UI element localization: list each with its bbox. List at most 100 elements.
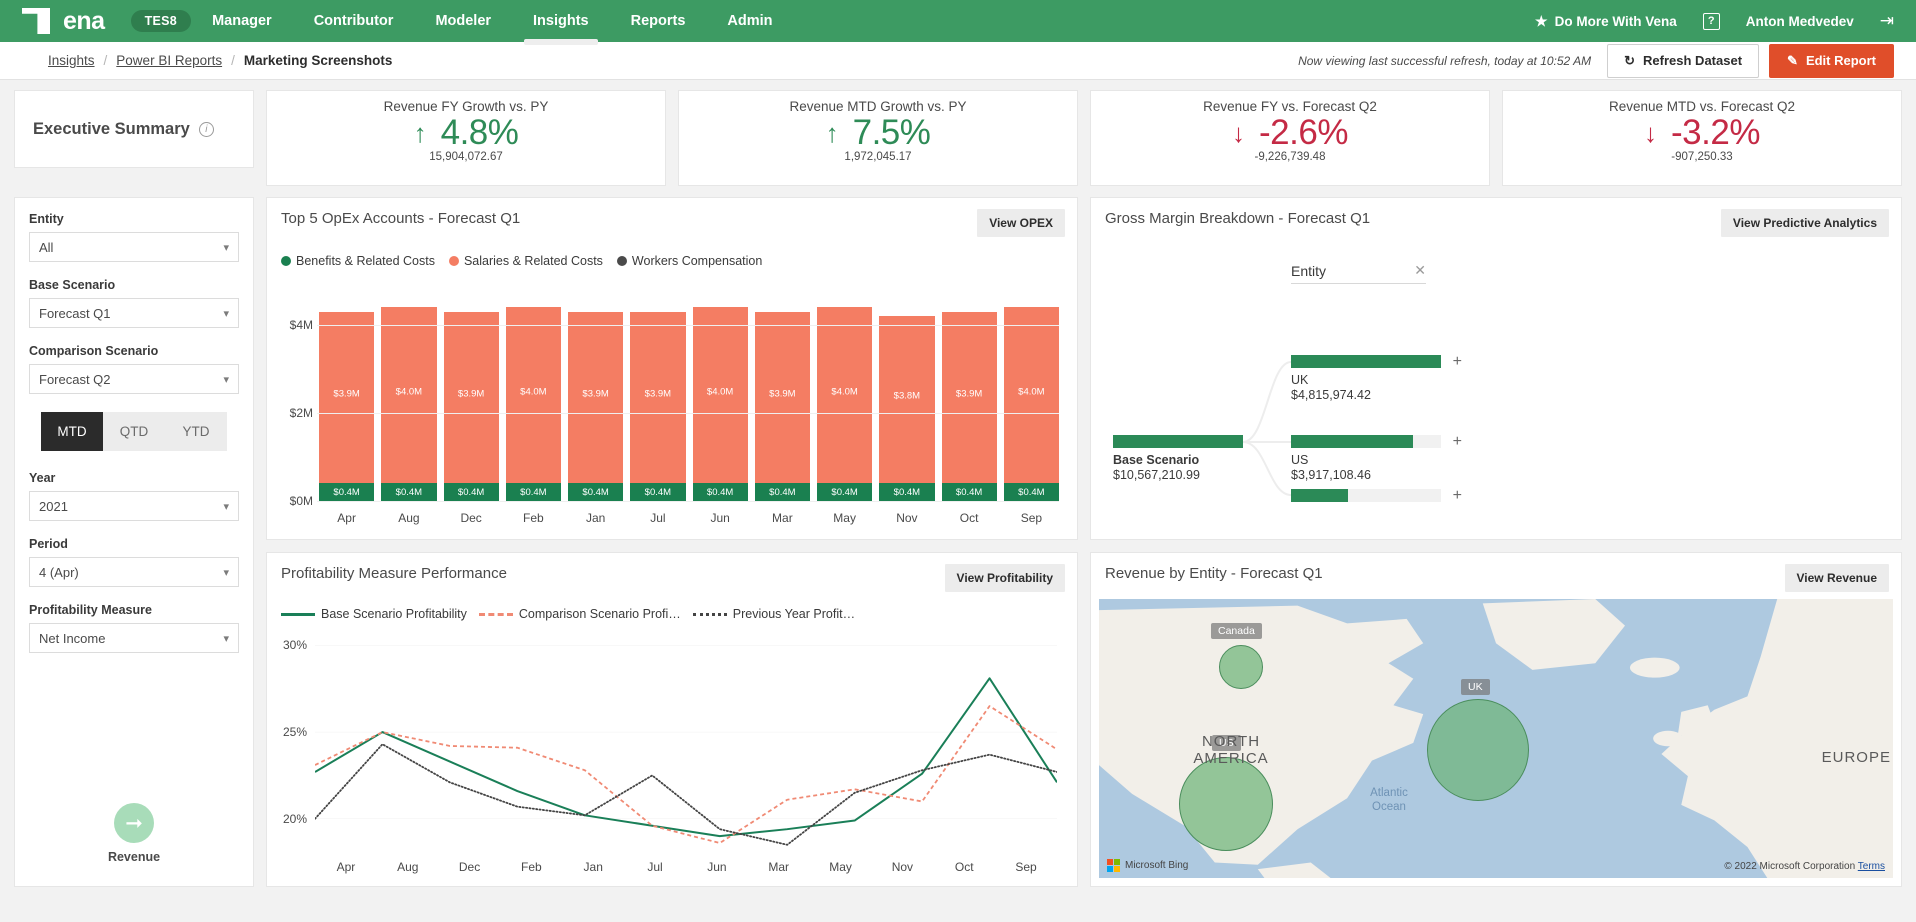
map-bubble-canada[interactable]	[1219, 645, 1263, 689]
map-bubble-us[interactable]	[1179, 757, 1273, 851]
tree-node-us[interactable]: + US $3,917,108.46	[1291, 433, 1462, 482]
bar-segment-benefits[interactable]: $0.4M	[1003, 483, 1059, 501]
map-bubble-label-uk: UK	[1461, 679, 1490, 695]
bar-segment-benefits[interactable]: $0.4M	[630, 483, 686, 501]
bar-segment-salaries[interactable]: $3.8M	[879, 315, 935, 483]
kpi-card-revenue-mtd-vs-forecast[interactable]: Revenue MTD vs. Forecast Q2 ↓ -3.2% -907…	[1502, 90, 1902, 186]
toggle-ytd[interactable]: YTD	[165, 412, 227, 451]
bar-segment-benefits[interactable]: $0.4M	[568, 483, 624, 501]
bar-column[interactable]: $3.8M $0.4M	[879, 290, 935, 501]
bar-segment-salaries[interactable]: $3.9M	[941, 311, 997, 483]
do-more-with-vena-link[interactable]: ★ Do More With Vena	[1535, 13, 1677, 30]
bar-segment-salaries[interactable]: $3.9M	[319, 311, 375, 483]
bar-column[interactable]: $3.9M $0.4M	[319, 290, 375, 501]
line-series-1[interactable]	[315, 706, 1057, 843]
breadcrumb-item-power-bi-reports[interactable]: Power BI Reports	[116, 53, 222, 68]
tree-column-header-entity[interactable]: Entity ✕	[1291, 262, 1426, 284]
legend-item-previous-year[interactable]: Previous Year Profit…	[692, 607, 855, 621]
toggle-qtd[interactable]: QTD	[103, 412, 165, 451]
line-series-2[interactable]	[315, 744, 1057, 845]
nav-item-modeler[interactable]: Modeler	[414, 0, 512, 42]
bar-segment-benefits[interactable]: $0.4M	[941, 483, 997, 501]
kpi-card-revenue-fy-growth[interactable]: Revenue FY Growth vs. PY ↑ 4.8% 15,904,0…	[266, 90, 666, 186]
year-filter-value: 2021	[39, 498, 68, 514]
bar-column[interactable]: $3.9M $0.4M	[754, 290, 810, 501]
bar-segment-salaries[interactable]: $4.0M	[1003, 307, 1059, 483]
nav-item-reports[interactable]: Reports	[610, 0, 707, 42]
bar-segment-salaries[interactable]: $4.0M	[381, 307, 437, 483]
environment-badge[interactable]: TES8	[130, 10, 192, 32]
opex-panel-title: Top 5 OpEx Accounts - Forecast Q1	[281, 210, 521, 227]
bar-column[interactable]: $4.0M $0.4M	[692, 290, 748, 501]
bar-column[interactable]: $3.9M $0.4M	[630, 290, 686, 501]
nav-item-contributor[interactable]: Contributor	[293, 0, 415, 42]
bar-column[interactable]: $4.0M $0.4M	[817, 290, 873, 501]
tree-node-root[interactable]: Base Scenario $10,567,210.99	[1113, 435, 1243, 482]
bar-segment-salaries[interactable]: $4.0M	[817, 307, 873, 483]
expand-plus-icon[interactable]: +	[1453, 487, 1462, 505]
bar-column[interactable]: $4.0M $0.4M	[381, 290, 437, 501]
bar-segment-salaries[interactable]: $3.9M	[568, 311, 624, 483]
nav-item-insights[interactable]: Insights	[512, 0, 610, 45]
bar-segment-benefits[interactable]: $0.4M	[754, 483, 810, 501]
legend-item-base-scenario[interactable]: Base Scenario Profitability	[281, 607, 467, 621]
nav-item-manager[interactable]: Manager	[191, 0, 293, 42]
vena-logo[interactable]: ena	[22, 7, 105, 36]
view-opex-button[interactable]: View OPEX	[977, 209, 1065, 237]
close-icon[interactable]: ✕	[1414, 262, 1426, 279]
comparison-scenario-select[interactable]: Forecast Q2 ▾	[29, 364, 239, 394]
bar-segment-benefits[interactable]: $0.4M	[879, 483, 935, 501]
bar-segment-salaries[interactable]: $3.9M	[630, 311, 686, 483]
bar-segment-benefits[interactable]: $0.4M	[692, 483, 748, 501]
bar-column[interactable]: $3.9M $0.4M	[941, 290, 997, 501]
kpi-card-revenue-mtd-growth[interactable]: Revenue MTD Growth vs. PY ↑ 7.5% 1,972,0…	[678, 90, 1078, 186]
view-profitability-button[interactable]: View Profitability	[944, 564, 1065, 592]
bar-segment-salaries[interactable]: $3.9M	[754, 311, 810, 483]
period-filter-select[interactable]: 4 (Apr) ▾	[29, 557, 239, 587]
info-icon[interactable]: i	[198, 121, 214, 137]
entity-filter-select[interactable]: All ▾	[29, 232, 239, 262]
help-icon[interactable]: ?	[1702, 12, 1720, 30]
revenue-arrow-icon[interactable]: ➞	[114, 803, 154, 843]
user-menu[interactable]: Anton Medvedev	[1746, 14, 1854, 29]
bar-segment-benefits[interactable]: $0.4M	[505, 483, 561, 501]
view-revenue-button[interactable]: View Revenue	[1784, 564, 1889, 592]
nav-item-admin[interactable]: Admin	[706, 0, 793, 42]
line-series-0[interactable]	[315, 678, 1057, 836]
legend-item-workers[interactable]: Workers Compensation	[616, 254, 762, 268]
legend-item-comparison-scenario[interactable]: Comparison Scenario Profi…	[478, 607, 681, 621]
expand-plus-icon[interactable]: +	[1453, 353, 1462, 371]
view-predictive-analytics-button[interactable]: View Predictive Analytics	[1720, 209, 1889, 237]
bar-segment-salaries[interactable]: $4.0M	[505, 307, 561, 483]
bar-column[interactable]: $3.9M $0.4M	[568, 290, 624, 501]
legend-item-salaries[interactable]: Salaries & Related Costs	[448, 254, 603, 268]
breadcrumb-item-insights[interactable]: Insights	[48, 53, 95, 68]
base-scenario-select[interactable]: Forecast Q1 ▾	[29, 298, 239, 328]
legend-item-benefits[interactable]: Benefits & Related Costs	[281, 254, 435, 268]
bar-segment-benefits[interactable]: $0.4M	[817, 483, 873, 501]
tree-node-third[interactable]: +	[1291, 487, 1462, 504]
period-filter-label: Period	[29, 537, 68, 551]
profitability-measure-select[interactable]: Net Income ▾	[29, 623, 239, 653]
bar-segment-salaries[interactable]: $3.9M	[443, 311, 499, 483]
bar-segment-benefits[interactable]: $0.4M	[381, 483, 437, 501]
bar-segment-benefits[interactable]: $0.4M	[443, 483, 499, 501]
expand-plus-icon[interactable]: +	[1453, 433, 1462, 451]
kpi-card-revenue-fy-vs-forecast[interactable]: Revenue FY vs. Forecast Q2 ↓ -2.6% -9,22…	[1090, 90, 1490, 186]
toggle-mtd[interactable]: MTD	[41, 412, 103, 451]
bar-column[interactable]: $4.0M $0.4M	[505, 290, 561, 501]
map-bubble-uk[interactable]	[1427, 699, 1529, 801]
tree-node-uk[interactable]: + UK $4,815,974.42	[1291, 353, 1462, 402]
refresh-dataset-button[interactable]: ↻ Refresh Dataset	[1607, 43, 1760, 78]
bar-segment-benefits[interactable]: $0.4M	[319, 483, 375, 501]
x-axis-tick: Sep	[1015, 860, 1037, 874]
bar-column[interactable]: $3.9M $0.4M	[443, 290, 499, 501]
trend-up-icon: ↑	[413, 118, 427, 149]
bing-map[interactable]: Canada US UK NORTH AMERICA EUROPE Atlant…	[1099, 599, 1893, 878]
year-filter-select[interactable]: 2021 ▾	[29, 491, 239, 521]
edit-report-button[interactable]: ✎ Edit Report	[1769, 43, 1894, 78]
logout-icon[interactable]: ⇥	[1880, 11, 1894, 31]
bar-column[interactable]: $4.0M $0.4M	[1003, 290, 1059, 501]
bar-segment-salaries[interactable]: $4.0M	[692, 307, 748, 483]
map-terms-link[interactable]: Terms	[1858, 861, 1885, 872]
